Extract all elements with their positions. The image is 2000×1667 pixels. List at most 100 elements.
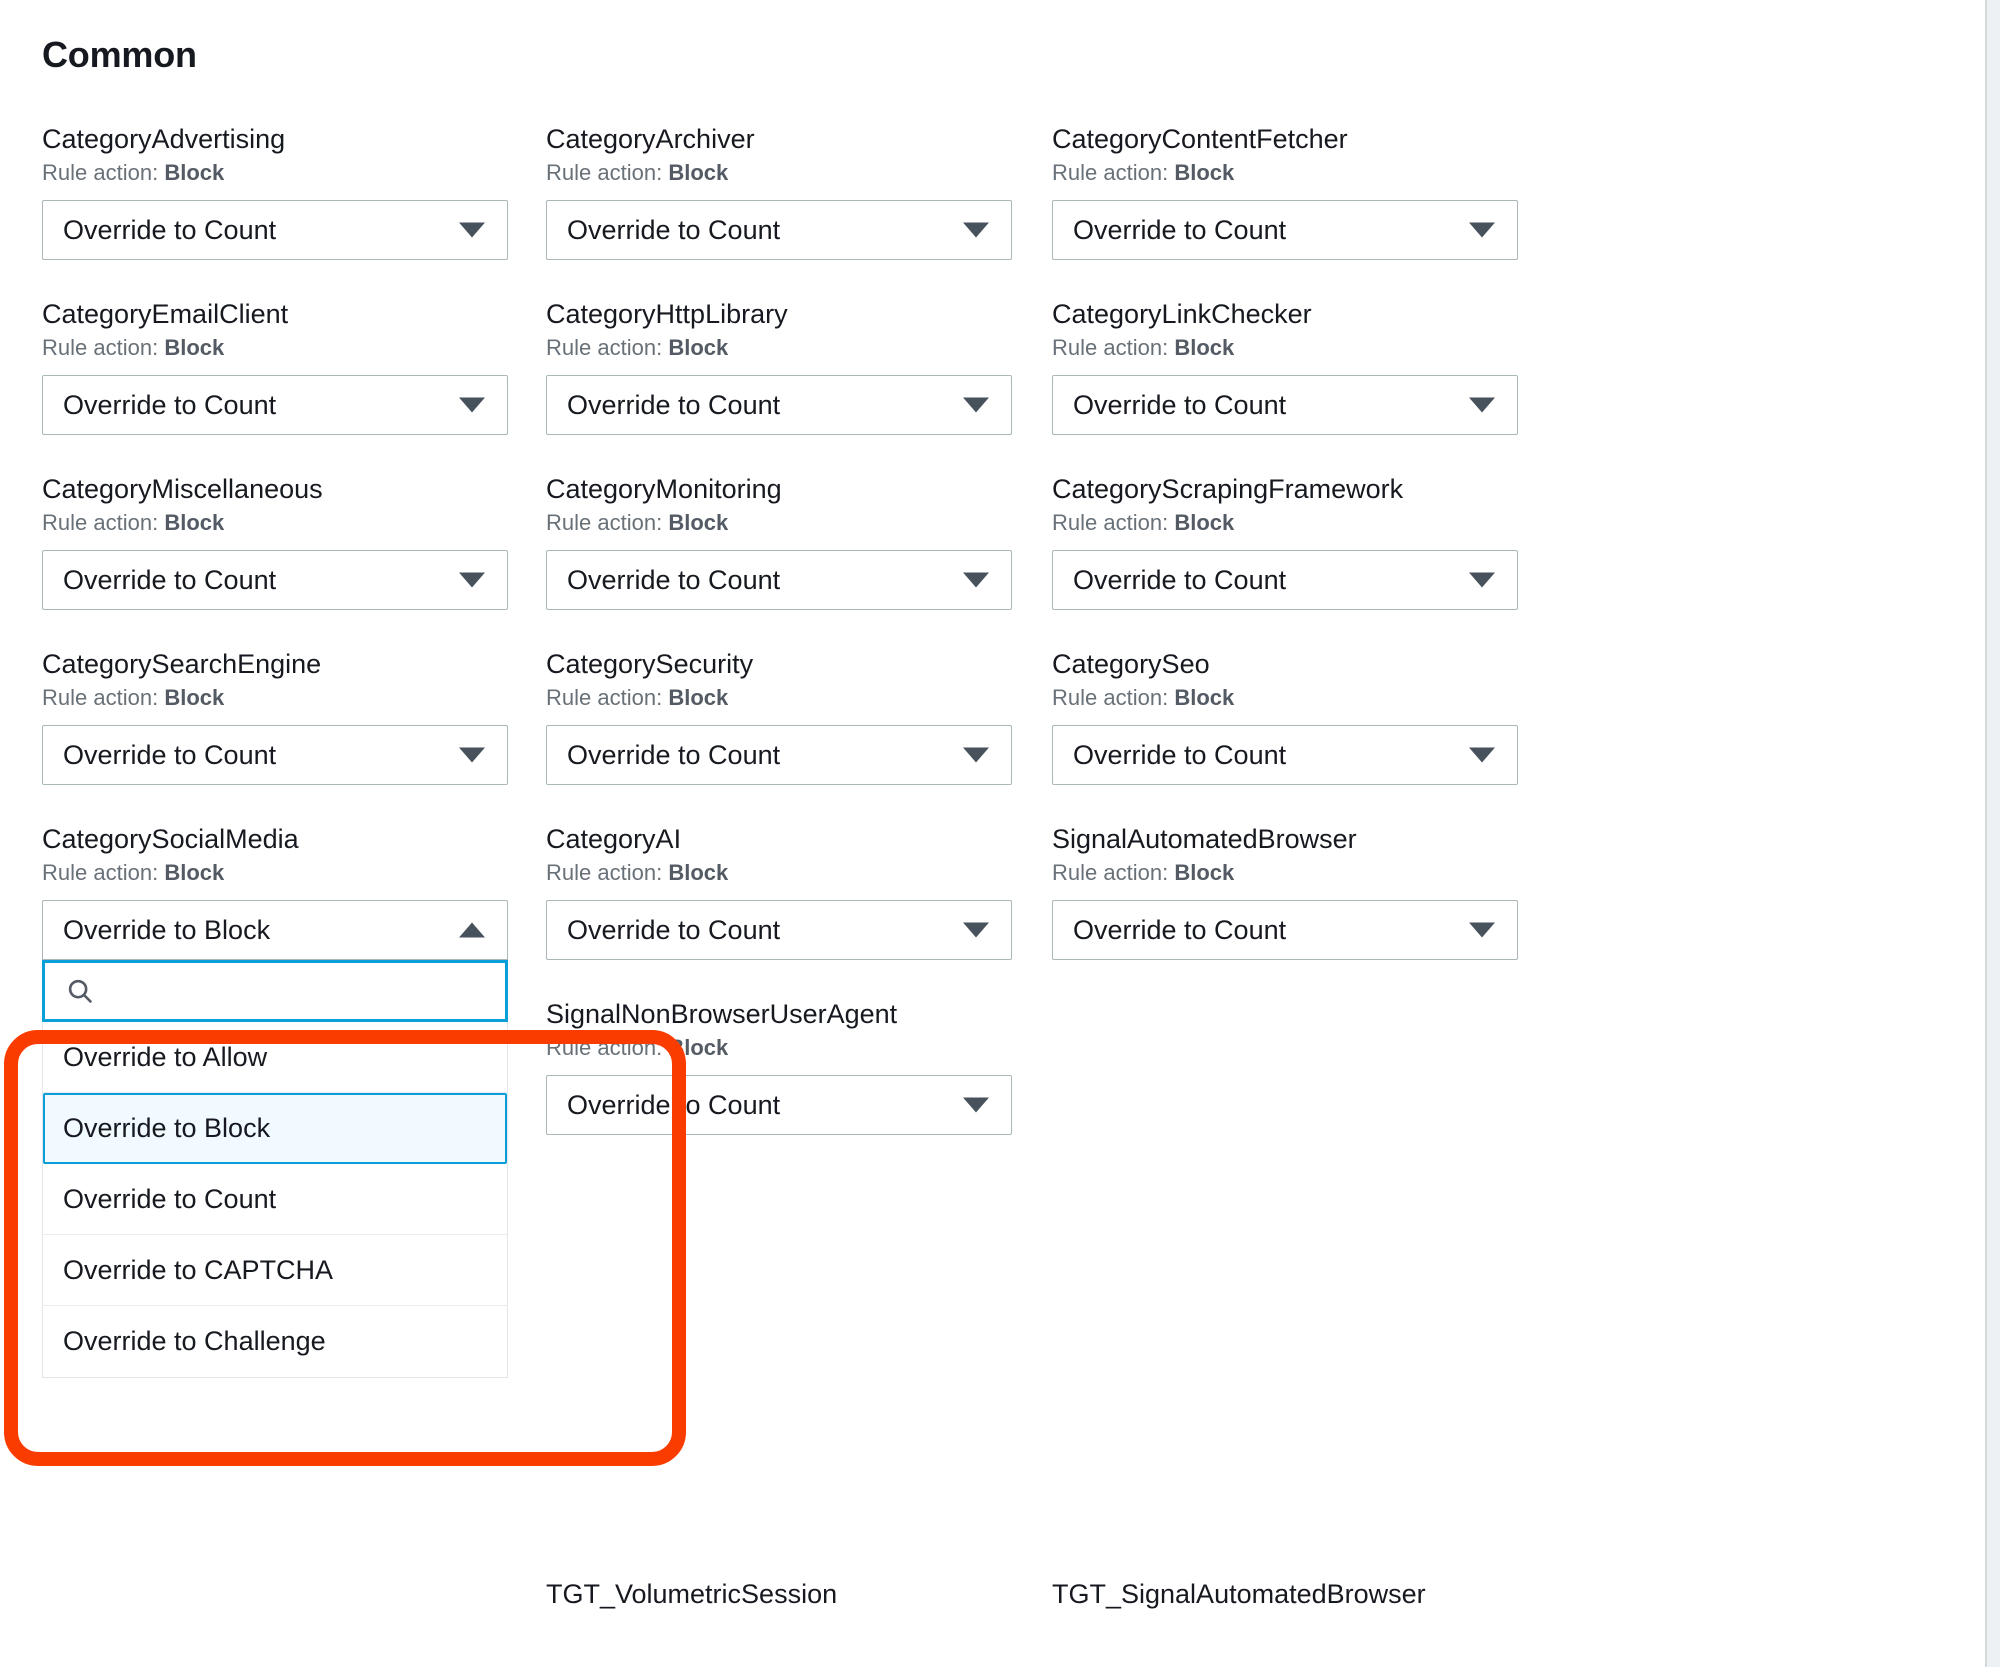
- override-select-value: Override to Count: [567, 1090, 781, 1120]
- rule-cell-CategoryAdvertising: CategoryAdvertising Rule action: Block Ove…: [42, 122, 508, 260]
- page-right-gutter: [1985, 0, 2000, 1667]
- override-select-value: Override to Count: [1073, 390, 1287, 420]
- rule-name-label: CategoryArchiver: [546, 124, 755, 154]
- dropdown-option-list: Override to Allow Override to Block Overri…: [42, 1022, 508, 1378]
- rule-cell-CategoryMonitoring: CategoryMonitoring Rule action: Block Over…: [546, 472, 1012, 610]
- rule-override-panel: Common CategoryAdvertising Rule action: B…: [0, 0, 2000, 1667]
- override-select-CategorySocialMedia[interactable]: Override to Block: [42, 900, 508, 960]
- rule-cell-TGT_SignalAutomatedBrowser: TGT_SignalAutomatedBrowser: [1052, 1577, 1518, 1611]
- override-select-wrapper: Override to Block Override to Allow Overri…: [42, 900, 508, 1378]
- override-select-SignalNonBrowserUserAgent[interactable]: Override to Count: [546, 1075, 1012, 1135]
- rule-action-value: Block: [164, 160, 225, 185]
- override-select-wrapper: Override to Count: [42, 200, 508, 260]
- dropdown-option[interactable]: Override to Count: [43, 1164, 507, 1235]
- rule-action-value: Block: [1174, 510, 1235, 535]
- dropdown-option[interactable]: Override to CAPTCHA: [43, 1235, 507, 1306]
- chevron-down-icon: [963, 1097, 989, 1113]
- rule-action-text: Rule action: Block: [546, 334, 1012, 362]
- chevron-down-icon: [459, 397, 485, 413]
- override-select-value: Override to Count: [567, 390, 781, 420]
- rule-action-value: Block: [668, 160, 729, 185]
- rule-cell-CategoryLinkChecker: CategoryLinkChecker Rule action: Block Ove…: [1052, 297, 1518, 435]
- rule-action-text: Rule action: Block: [546, 509, 1012, 537]
- override-select-wrapper: Override to Count: [546, 550, 1012, 610]
- rule-name-label: TGT_VolumetricSession: [546, 1579, 838, 1609]
- override-select-CategoryMonitoring[interactable]: Override to Count: [546, 550, 1012, 610]
- override-select-value: Override to Count: [1073, 740, 1287, 770]
- rule-action-value: Block: [668, 1035, 729, 1060]
- override-select-value: Override to Count: [63, 390, 277, 420]
- rule-action-prefix: Rule action:: [546, 510, 663, 535]
- rule-action-value: Block: [1174, 160, 1235, 185]
- rule-action-value: Block: [164, 335, 225, 360]
- override-select-CategoryContentFetcher[interactable]: Override to Count: [1052, 200, 1518, 260]
- override-select-CategoryArchiver[interactable]: Override to Count: [546, 200, 1012, 260]
- rule-action-value: Block: [164, 685, 225, 710]
- rule-action-text: Rule action: Block: [546, 859, 1012, 887]
- chevron-down-icon: [1469, 922, 1495, 938]
- chevron-down-icon: [963, 572, 989, 588]
- dropdown-option[interactable]: Override to Allow: [43, 1022, 507, 1093]
- rule-action-value: Block: [668, 860, 729, 885]
- dropdown-search-box[interactable]: [42, 960, 508, 1022]
- override-select-CategoryHttpLibrary[interactable]: Override to Count: [546, 375, 1012, 435]
- rule-action-text: Rule action: Block: [42, 684, 508, 712]
- rule-name-label: CategoryLinkChecker: [1052, 299, 1312, 329]
- override-select-wrapper: Override to Count: [42, 725, 508, 785]
- dropdown-option[interactable]: Override to Challenge: [43, 1306, 507, 1377]
- override-select-value: Override to Count: [567, 915, 781, 945]
- rule-action-prefix: Rule action:: [42, 685, 159, 710]
- chevron-down-icon: [1469, 747, 1495, 763]
- override-select-wrapper: Override to Count: [42, 375, 508, 435]
- rule-action-text: Rule action: Block: [1052, 334, 1518, 362]
- rule-action-value: Block: [668, 335, 729, 360]
- override-select-wrapper: Override to Count: [1052, 900, 1518, 960]
- override-select-value: Override to Count: [567, 565, 781, 595]
- override-select-value: Override to Count: [1073, 565, 1287, 595]
- override-select-CategoryEmailClient[interactable]: Override to Count: [42, 375, 508, 435]
- rule-action-value: Block: [668, 510, 729, 535]
- override-select-CategorySearchEngine[interactable]: Override to Count: [42, 725, 508, 785]
- dropdown-option-label: Override to Count: [63, 1183, 277, 1214]
- rule-name-label: CategorySocialMedia: [42, 824, 299, 854]
- override-select-CategoryScrapingFramework[interactable]: Override to Count: [1052, 550, 1518, 610]
- override-select-CategorySeo[interactable]: Override to Count: [1052, 725, 1518, 785]
- rule-action-value: Block: [164, 860, 225, 885]
- dropdown-search-input[interactable]: [105, 975, 465, 1007]
- override-select-wrapper: Override to Count: [546, 375, 1012, 435]
- rule-action-text: Rule action: Block: [546, 684, 1012, 712]
- dropdown-option-label: Override to CAPTCHA: [63, 1254, 334, 1285]
- rule-action-value: Block: [1174, 685, 1235, 710]
- rule-action-prefix: Rule action:: [546, 1035, 663, 1060]
- override-select-CategorySecurity[interactable]: Override to Count: [546, 725, 1012, 785]
- rule-action-prefix: Rule action:: [546, 335, 663, 360]
- override-select-CategoryLinkChecker[interactable]: Override to Count: [1052, 375, 1518, 435]
- chevron-down-icon: [963, 222, 989, 238]
- rule-name-label: CategoryScrapingFramework: [1052, 474, 1404, 504]
- override-select-CategoryMiscellaneous[interactable]: Override to Count: [42, 550, 508, 610]
- override-select-value: Override to Count: [567, 740, 781, 770]
- chevron-down-icon: [963, 922, 989, 938]
- rule-cell-CategoryArchiver: CategoryArchiver Rule action: Block Overri…: [546, 122, 1012, 260]
- search-icon: [65, 976, 95, 1006]
- override-select-wrapper: Override to Count: [546, 200, 1012, 260]
- dropdown-option[interactable]: Override to Block: [43, 1093, 507, 1164]
- rule-cell-CategoryContentFetcher: CategoryContentFetcher Rule action: Block…: [1052, 122, 1518, 260]
- rule-cell-SignalNonBrowserUserAgent: SignalNonBrowserUserAgent Rule action: Bl…: [546, 997, 1012, 1135]
- rule-action-prefix: Rule action:: [42, 510, 159, 535]
- rule-action-text: Rule action: Block: [42, 859, 508, 887]
- override-select-CategoryAdvertising[interactable]: Override to Count: [42, 200, 508, 260]
- override-select-wrapper: Override to Count: [42, 550, 508, 610]
- rule-name-label: SignalAutomatedBrowser: [1052, 824, 1357, 854]
- override-dropdown-panel: Override to Allow Override to Block Overri…: [42, 960, 508, 1378]
- rule-action-text: Rule action: Block: [42, 159, 508, 187]
- override-select-value: Override to Count: [1073, 215, 1287, 245]
- rule-name-label: CategoryMiscellaneous: [42, 474, 323, 504]
- override-select-CategoryAI[interactable]: Override to Count: [546, 900, 1012, 960]
- rule-name-label: TGT_SignalAutomatedBrowser: [1052, 1579, 1426, 1609]
- rule-action-value: Block: [1174, 860, 1235, 885]
- rule-action-prefix: Rule action:: [546, 160, 663, 185]
- override-select-value: Override to Block: [63, 915, 271, 945]
- override-select-SignalAutomatedBrowser[interactable]: Override to Count: [1052, 900, 1518, 960]
- rule-action-text: Rule action: Block: [1052, 859, 1518, 887]
